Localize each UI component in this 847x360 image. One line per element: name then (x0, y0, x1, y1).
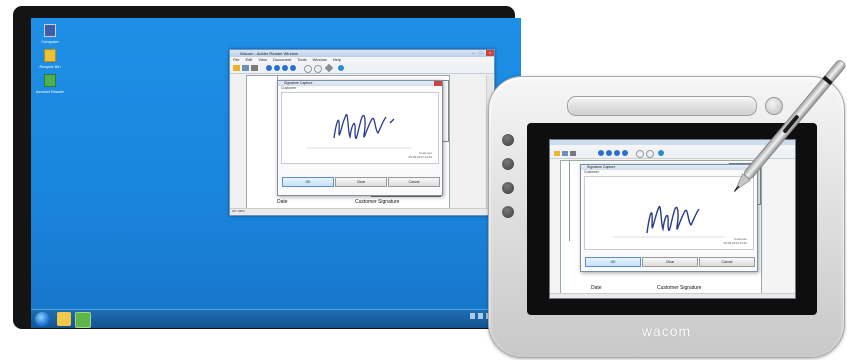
table-rule (569, 161, 570, 241)
tablet-side-button[interactable] (502, 134, 514, 146)
signature-timestamp: 09.09.2013 14:22 (408, 155, 432, 159)
cancel-button[interactable]: Cancel (699, 257, 755, 267)
signature-label: Customer Signature (657, 285, 702, 291)
zoom-out-icon[interactable] (646, 150, 654, 158)
close-icon[interactable]: × (486, 50, 494, 56)
tablet-side-button[interactable] (502, 206, 514, 218)
zoom-in-icon[interactable] (304, 65, 312, 73)
desktop-icon-computer[interactable]: Computer (35, 24, 65, 44)
dialog-titlebar: Signature Capture (278, 81, 442, 86)
maximize-icon[interactable]: □ (477, 50, 485, 56)
desktop-screen: Computer Recycle Bin Acrobat Reader Waco… (31, 18, 521, 328)
date-label: Date (591, 285, 602, 291)
clear-button[interactable]: Clear (642, 257, 698, 267)
ok-button[interactable]: OK (282, 177, 334, 187)
dialog-title: Signature Capture (587, 165, 616, 169)
toolbar (230, 63, 494, 74)
prev-page-icon[interactable] (606, 150, 612, 156)
date-label: Date (277, 199, 288, 205)
dialog-subtitle: Customer (281, 86, 297, 90)
signature-timestamp: 09.09.2013 14:22 (723, 241, 747, 245)
status-bar: OK 100% (230, 208, 494, 215)
dialog-close-icon[interactable] (434, 81, 442, 86)
desktop-icon-label: Computer (41, 39, 59, 44)
zoom-out-icon[interactable] (314, 65, 322, 73)
signature-caption: Customer 09.09.2013 14:22 (409, 151, 432, 159)
tablet-status-bar (550, 293, 795, 298)
help-icon[interactable] (338, 65, 344, 71)
open-folder-icon[interactable] (554, 151, 560, 156)
open-folder-icon[interactable] (233, 65, 240, 71)
wacom-logo: wacom (641, 323, 692, 339)
first-page-icon[interactable] (266, 65, 272, 71)
computer-icon (44, 24, 56, 37)
window-titlebar: Wacom - Adobe Reader Window – □ × (230, 50, 494, 57)
recycle-bin-icon (44, 49, 56, 62)
taskbar (31, 309, 521, 328)
desktop-icon-label: Acrobat Reader (35, 89, 64, 94)
window-title: Wacom - Adobe Reader Window (240, 51, 298, 56)
zoom-in-icon[interactable] (636, 150, 644, 158)
app-shortcut-icon (44, 74, 56, 87)
status-text: OK 100% (232, 209, 245, 213)
desktop-icon-label: Recycle Bin (39, 64, 61, 69)
signature-dialog: Signature Capture Customer Customer 09.0… (277, 80, 443, 196)
signature-pad-area[interactable]: Customer 09.09.2013 14:22 (281, 92, 439, 164)
save-icon[interactable] (242, 65, 249, 71)
next-page-icon[interactable] (282, 65, 288, 71)
first-page-icon[interactable] (598, 150, 604, 156)
clear-button[interactable]: Clear (335, 177, 387, 187)
stylus-pen-icon (733, 60, 846, 192)
signature-label: Customer Signature (355, 199, 400, 205)
app-window: Wacom - Adobe Reader Window – □ × File E… (229, 49, 495, 216)
tablet-side-button[interactable] (502, 182, 514, 194)
tray-icon[interactable] (470, 313, 475, 319)
explorer-icon[interactable] (57, 312, 71, 326)
desktop-icon-recycle[interactable]: Recycle Bin (35, 49, 65, 69)
prev-page-icon[interactable] (274, 65, 280, 71)
app-taskbar-icon[interactable] (75, 312, 91, 328)
print-icon[interactable] (251, 65, 258, 71)
last-page-icon[interactable] (622, 150, 628, 156)
ok-button[interactable]: OK (585, 257, 641, 267)
minimize-icon[interactable]: – (469, 50, 477, 56)
cancel-button[interactable]: Cancel (388, 177, 440, 187)
tray-icon[interactable] (478, 313, 483, 319)
signature-caption: Customer 09.09.2013 14:22 (724, 237, 747, 245)
last-page-icon[interactable] (290, 65, 296, 71)
start-button[interactable] (35, 312, 50, 327)
save-icon[interactable] (562, 151, 568, 156)
next-page-icon[interactable] (614, 150, 620, 156)
help-icon[interactable] (658, 150, 664, 156)
pen-tool-icon[interactable] (324, 63, 334, 73)
desktop-icon-app[interactable]: Acrobat Reader (35, 74, 65, 94)
print-icon[interactable] (570, 151, 576, 156)
monitor-frame: Computer Recycle Bin Acrobat Reader Waco… (13, 6, 521, 329)
dialog-title: Signature Capture (284, 81, 313, 85)
tablet-side-button[interactable] (502, 158, 514, 170)
